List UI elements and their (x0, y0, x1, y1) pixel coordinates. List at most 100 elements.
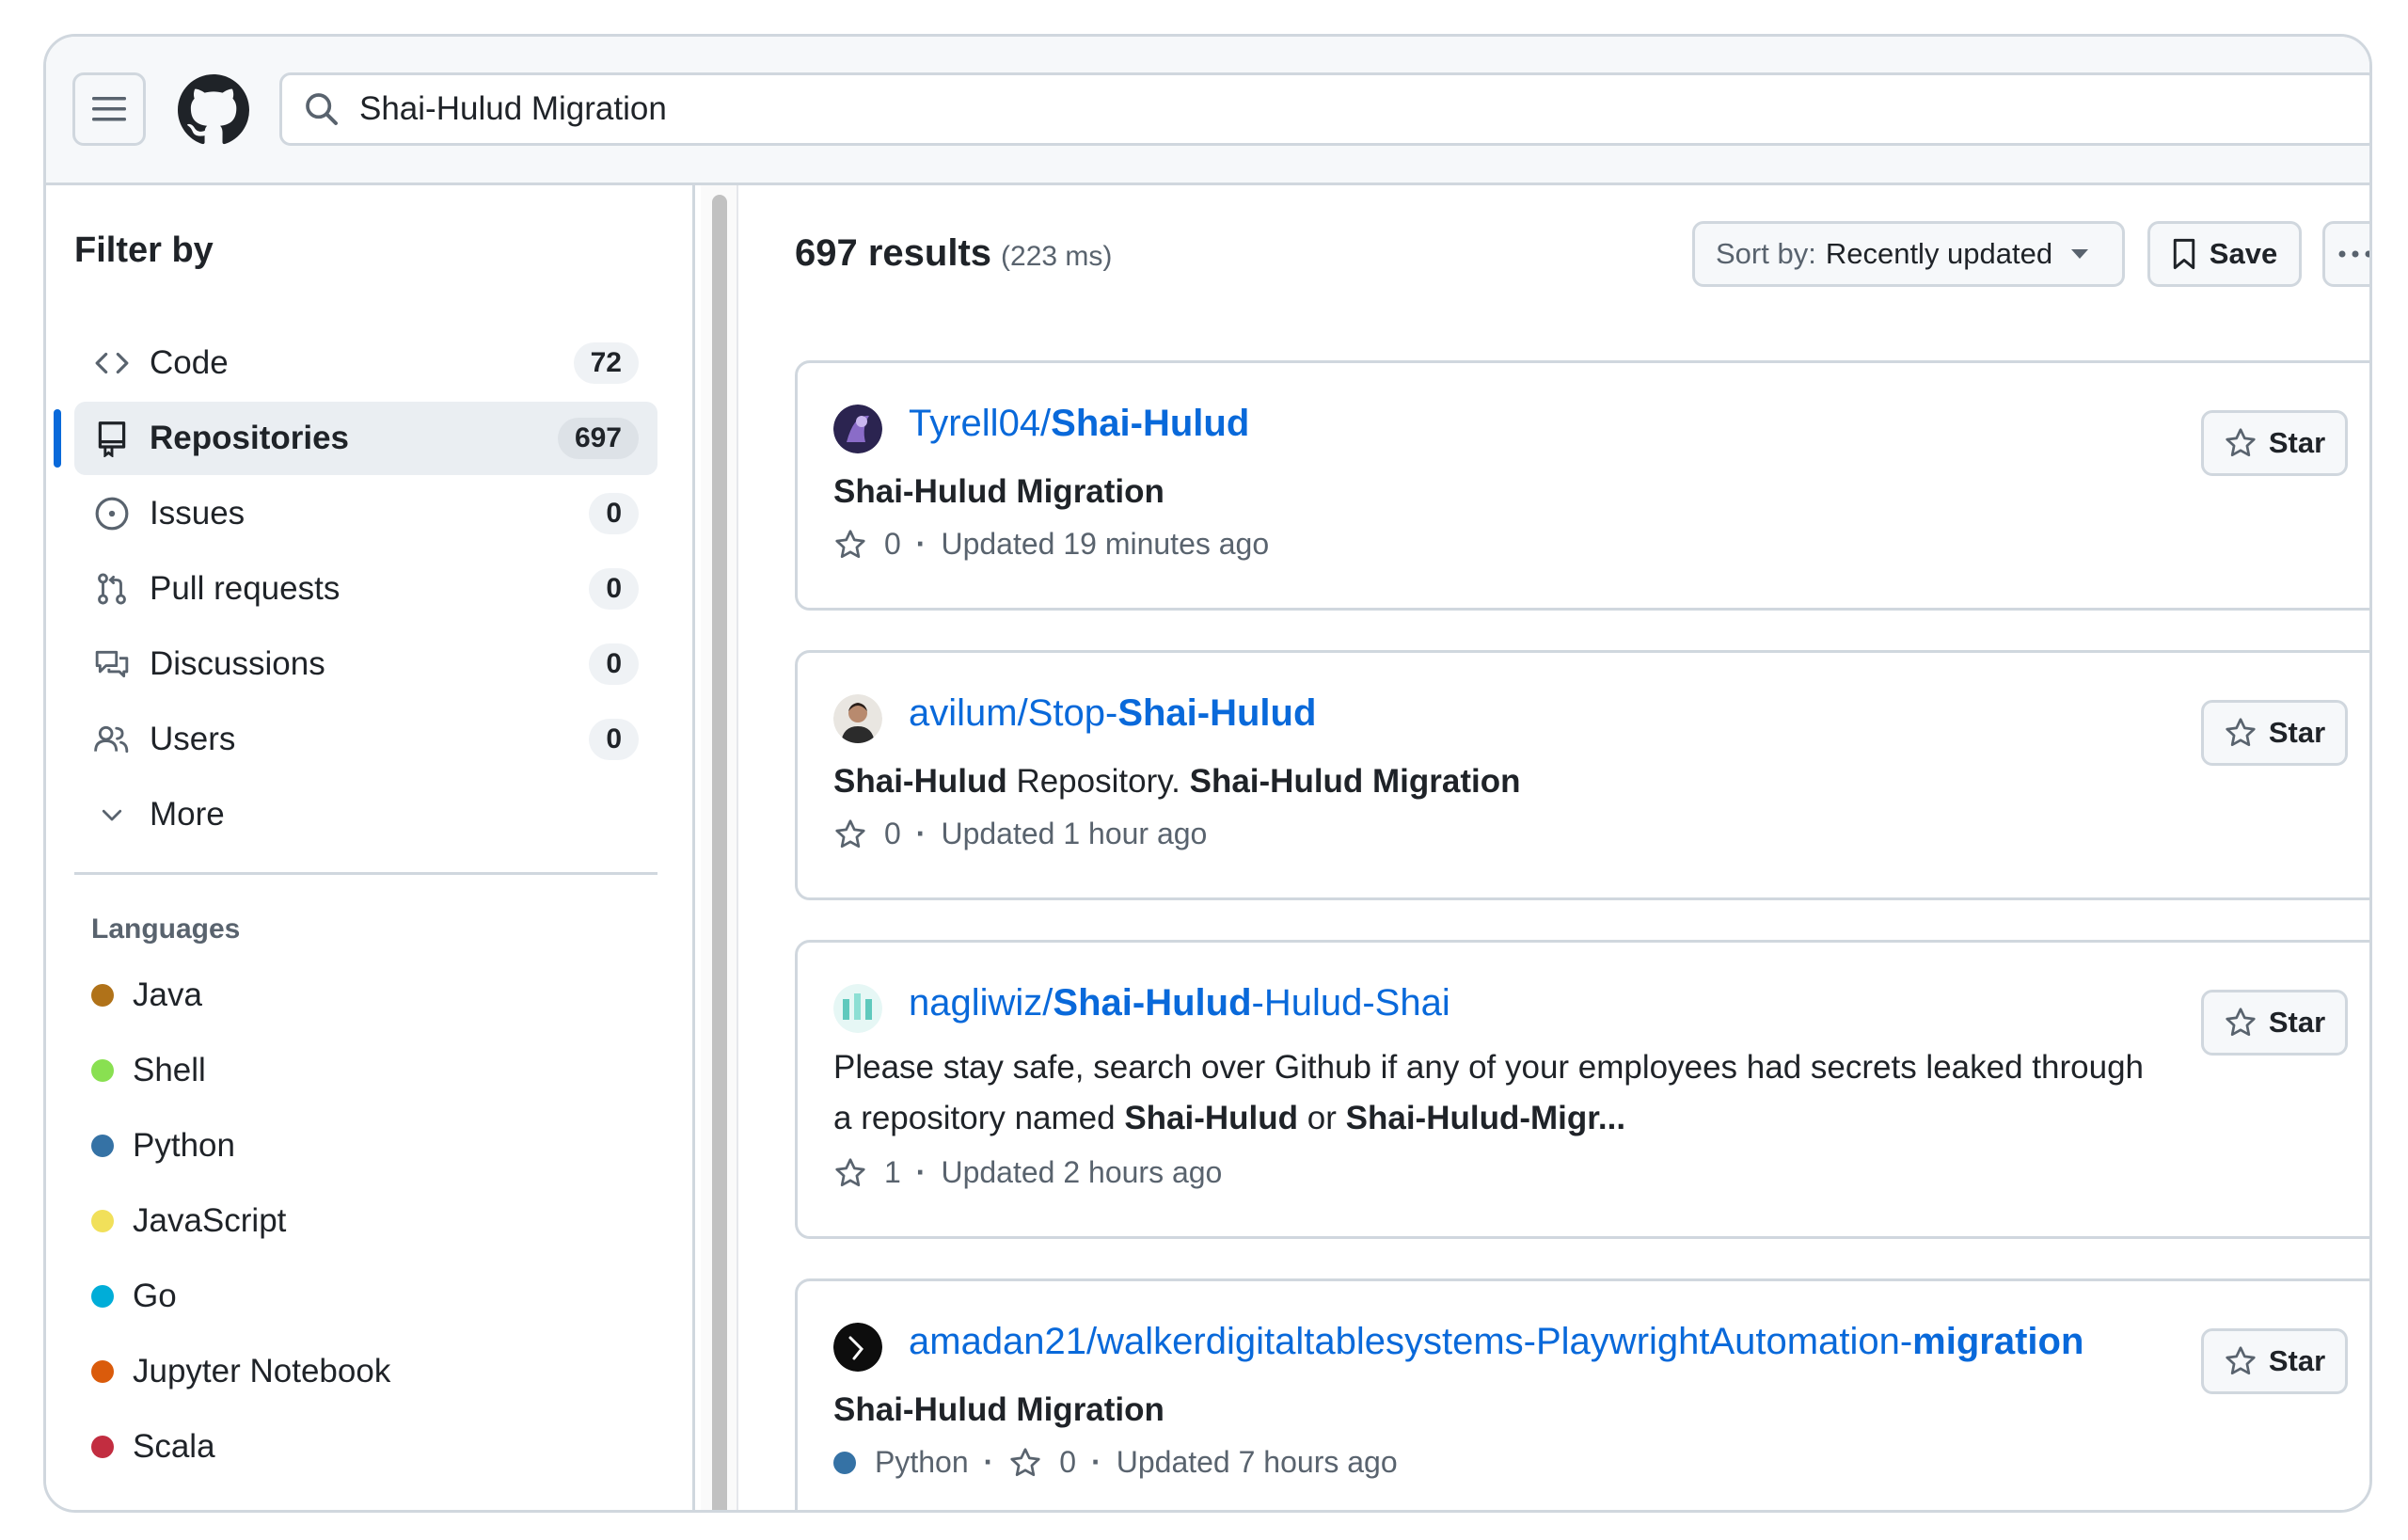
star-label: Star (2268, 716, 2326, 749)
filter-code[interactable]: Code 72 (74, 326, 657, 400)
star-count: 1 (884, 1155, 901, 1189)
filter-label: Code (150, 344, 229, 381)
language-color-dot (833, 1451, 856, 1474)
repo-language: Python (875, 1445, 969, 1479)
language-color-dot (91, 984, 114, 1007)
updated-time: Updated 2 hours ago (941, 1155, 1223, 1189)
language-java[interactable]: Java (91, 972, 202, 1019)
language-label: Java (133, 976, 202, 1013)
issue-icon (93, 495, 131, 532)
repo-link[interactable]: amadan21/walkerdigitaltablesystems-Playw… (909, 1321, 2083, 1363)
star-icon (2226, 1346, 2256, 1375)
filter-label: Pull requests (150, 570, 341, 607)
github-logo-icon[interactable] (178, 74, 249, 146)
count-badge: 72 (573, 342, 639, 384)
language-color-dot (91, 1135, 114, 1157)
star-button[interactable]: Star (2201, 700, 2348, 766)
top-header (46, 37, 2369, 185)
sidebar-divider (74, 872, 657, 875)
result-card: nagliwiz/Shai-Hulud-Hulud-Shai Please st… (795, 940, 2369, 1239)
filter-discussions[interactable]: Discussions 0 (74, 627, 657, 701)
repo-icon (93, 420, 131, 457)
language-label: Scala (133, 1428, 215, 1465)
count-badge: 697 (557, 418, 639, 459)
owner-avatar[interactable] (833, 1323, 882, 1372)
star-label: Star (2268, 426, 2326, 459)
result-card: Tyrell04/Shai-Hulud Shai-Hulud Migration… (795, 360, 2369, 611)
repo-description: Shai-Hulud Migration (833, 1391, 1164, 1428)
star-button[interactable]: Star (2201, 990, 2348, 1056)
owner-avatar[interactable] (833, 694, 882, 743)
language-scala[interactable]: Scala (91, 1423, 215, 1470)
filter-more[interactable]: More (74, 778, 657, 851)
owner-avatar[interactable] (833, 405, 882, 453)
repo-description: Shai-Hulud Repository. Shai-Hulud Migrat… (833, 763, 1521, 800)
count-badge: 0 (589, 719, 639, 760)
browser-window: Filter by Code 72 Repositories 697 Issue… (43, 34, 2372, 1513)
star-icon (2226, 1008, 2256, 1037)
sidebar-scrollbar[interactable] (701, 185, 738, 1510)
filter-issues[interactable]: Issues 0 (74, 477, 657, 550)
repo-link[interactable]: Tyrell04/Shai-Hulud (909, 403, 1249, 445)
sort-value: Recently updated (1825, 237, 2053, 270)
language-color-dot (91, 1436, 114, 1458)
result-card: amadan21/walkerdigitaltablesystems-Playw… (795, 1278, 2369, 1510)
star-count: 0 (884, 817, 901, 850)
language-color-dot (91, 1360, 114, 1383)
results-main: 697 results (223 ms) Sort by: Recently up… (738, 185, 2369, 1510)
language-python[interactable]: Python (91, 1122, 235, 1169)
languages-title: Languages (91, 913, 241, 945)
filter-users[interactable]: Users 0 (74, 703, 657, 776)
pull-request-icon (93, 570, 131, 608)
language-label: JavaScript (133, 1202, 287, 1239)
star-label: Star (2268, 1344, 2326, 1377)
repo-meta: Python · 0 · Updated 7 hours ago (833, 1445, 1398, 1480)
star-button[interactable]: Star (2201, 410, 2348, 476)
star-icon (835, 818, 865, 848)
bookmark-icon (2173, 238, 2195, 270)
star-icon (2226, 428, 2256, 457)
selected-indicator (54, 409, 61, 468)
chevron-down-icon (93, 796, 131, 834)
sort-dropdown[interactable]: Sort by: Recently updated (1692, 221, 2125, 287)
hamburger-menu-button[interactable] (72, 72, 146, 146)
save-button[interactable]: Save (2147, 221, 2302, 287)
filter-title: Filter by (74, 230, 214, 270)
repo-link[interactable]: nagliwiz/Shai-Hulud-Hulud-Shai (909, 982, 1450, 1024)
scrollbar-thumb[interactable] (712, 195, 727, 1510)
language-go[interactable]: Go (91, 1273, 177, 1320)
filter-sidebar: Filter by Code 72 Repositories 697 Issue… (46, 185, 695, 1510)
count-badge: 0 (589, 643, 639, 685)
filter-repositories[interactable]: Repositories 697 (74, 402, 657, 475)
results-time: (223 ms) (1001, 241, 1113, 272)
language-label: Shell (133, 1052, 206, 1088)
repo-meta: 1 · Updated 2 hours ago (833, 1155, 1222, 1190)
language-javascript[interactable]: JavaScript (91, 1198, 286, 1245)
star-button[interactable]: Star (2201, 1328, 2348, 1394)
filter-pull-requests[interactable]: Pull requests 0 (74, 552, 657, 626)
star-icon (835, 1157, 865, 1186)
language-label: Jupyter Notebook (133, 1353, 391, 1389)
save-label: Save (2209, 237, 2278, 270)
search-input[interactable] (357, 89, 2054, 129)
count-badge: 0 (589, 568, 639, 610)
repo-description: Shai-Hulud Migration (833, 473, 1164, 510)
code-icon (93, 344, 131, 382)
filter-label: Users (150, 721, 236, 757)
repo-meta: 0 · Updated 19 minutes ago (833, 527, 1269, 562)
repo-link[interactable]: avilum/Stop-Shai-Hulud (909, 692, 1316, 735)
hamburger-icon (92, 97, 126, 121)
results-header: 697 results (223 ms) (795, 232, 1112, 275)
language-shell[interactable]: Shell (91, 1047, 206, 1094)
more-options-button[interactable] (2322, 221, 2369, 287)
language-color-dot (91, 1210, 114, 1232)
language-jupyter-notebook[interactable]: Jupyter Notebook (91, 1348, 390, 1395)
filter-label: Issues (150, 495, 246, 532)
discussion-icon (93, 645, 131, 683)
owner-avatar[interactable] (833, 984, 882, 1033)
search-bar[interactable] (279, 72, 2369, 146)
count-badge: 0 (589, 493, 639, 534)
updated-time: Updated 7 hours ago (1116, 1445, 1398, 1479)
language-label: Python (133, 1127, 235, 1164)
star-icon (2226, 718, 2256, 747)
